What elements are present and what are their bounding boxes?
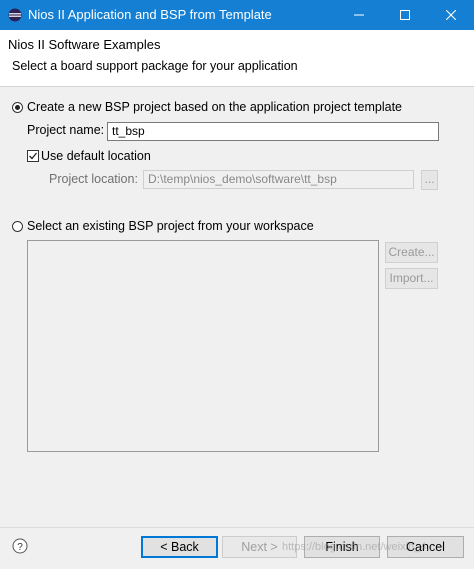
minimize-icon bbox=[354, 14, 364, 16]
window-title: Nios II Application and BSP from Templat… bbox=[28, 7, 272, 22]
close-button[interactable] bbox=[428, 0, 474, 30]
svg-text:?: ? bbox=[17, 542, 23, 553]
back-button[interactable]: < Back bbox=[141, 536, 218, 558]
page-description: Select a board support package for your … bbox=[12, 59, 298, 73]
watermark: https://blog.csdn.net/weixin_4... bbox=[282, 541, 436, 553]
page-title: Nios II Software Examples bbox=[8, 37, 161, 52]
project-name-input[interactable]: tt_bsp bbox=[107, 122, 439, 141]
footer-separator bbox=[0, 527, 474, 528]
maximize-button[interactable] bbox=[382, 0, 428, 30]
create-new-bsp-radio[interactable] bbox=[12, 102, 23, 113]
checkmark-icon bbox=[29, 152, 38, 160]
use-default-location-label[interactable]: Use default location bbox=[41, 149, 151, 163]
import-bsp-button[interactable]: Import... bbox=[385, 268, 438, 289]
help-icon[interactable]: ? bbox=[12, 538, 28, 554]
project-location-label: Project location: bbox=[49, 172, 138, 186]
create-new-bsp-label[interactable]: Create a new BSP project based on the ap… bbox=[27, 100, 402, 114]
create-bsp-button[interactable]: Create... bbox=[385, 242, 438, 263]
project-name-label: Project name: bbox=[27, 123, 105, 137]
project-location-input[interactable]: D:\temp\nios_demo\software\tt_bsp bbox=[143, 170, 414, 189]
minimize-button[interactable] bbox=[336, 0, 382, 30]
eclipse-icon bbox=[8, 8, 22, 22]
maximize-icon bbox=[400, 10, 410, 20]
close-icon bbox=[446, 10, 456, 20]
select-existing-bsp-radio[interactable] bbox=[12, 221, 23, 232]
browse-location-button[interactable]: ... bbox=[421, 170, 438, 190]
bsp-project-list[interactable] bbox=[27, 240, 379, 452]
select-existing-bsp-label[interactable]: Select an existing BSP project from your… bbox=[27, 219, 314, 233]
use-default-location-checkbox[interactable] bbox=[27, 150, 39, 162]
wizard-header: Nios II Software Examples Select a board… bbox=[0, 30, 474, 87]
title-bar: Nios II Application and BSP from Templat… bbox=[0, 0, 474, 30]
